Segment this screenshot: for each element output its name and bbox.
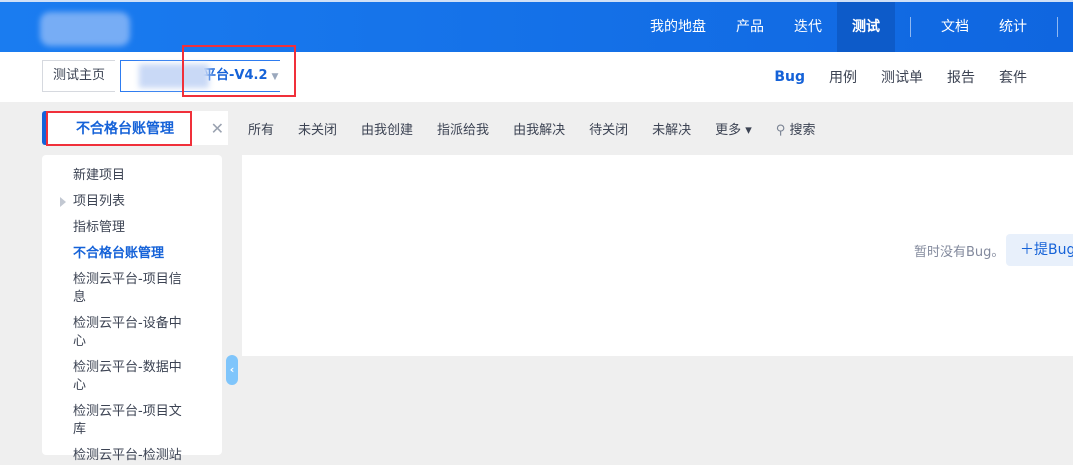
breadcrumb-home[interactable]: 测试主页 bbox=[42, 60, 116, 92]
nav-divider bbox=[1057, 17, 1058, 37]
filter-all[interactable]: 所有 bbox=[248, 119, 274, 138]
module-tree: 新建项目 项目列表 指标管理 不合格台账管理 检测云平台-项目信息 检测云平台-… bbox=[42, 155, 222, 463]
tree-item[interactable]: 项目列表 bbox=[42, 193, 192, 211]
nav-product[interactable]: 产品 bbox=[721, 2, 779, 52]
collapse-sidebar-handle[interactable]: ‹ bbox=[226, 355, 238, 385]
nav-iteration[interactable]: 迭代 bbox=[779, 2, 837, 52]
add-bug-label: 提Bug bbox=[1034, 242, 1073, 258]
tree-item[interactable]: 检测云平台-项目信息 bbox=[42, 271, 192, 307]
tree-item[interactable]: 检测云平台-检测站 bbox=[42, 447, 192, 465]
nav-doc[interactable]: 文档 bbox=[926, 2, 984, 52]
filter-resolved-by-me[interactable]: 由我解决 bbox=[513, 119, 565, 138]
logo bbox=[40, 12, 130, 46]
tree-item[interactable]: 检测云平台-数据中心 bbox=[42, 359, 192, 395]
expand-icon[interactable] bbox=[60, 197, 66, 207]
filter-assigned-to-me[interactable]: 指派给我 bbox=[437, 119, 489, 138]
test-subnav: Bug 用例 测试单 报告 套件 bbox=[774, 52, 1027, 102]
search-button[interactable]: ⚲ 搜索 bbox=[776, 119, 816, 138]
tree-item[interactable]: 指标管理 bbox=[42, 219, 192, 237]
nav-test[interactable]: 测试 bbox=[837, 2, 895, 52]
highlight-box bbox=[182, 45, 296, 97]
tree-item[interactable]: 检测云平台-项目文库 bbox=[42, 403, 192, 439]
filter-more[interactable]: 更多 ▾ bbox=[715, 119, 752, 138]
subnav-suite[interactable]: 套件 bbox=[999, 67, 1027, 87]
tree-item-label: 项目列表 bbox=[73, 194, 126, 209]
subnav-report[interactable]: 报告 bbox=[947, 67, 975, 87]
search-label: 搜索 bbox=[789, 122, 816, 138]
filter-unclosed[interactable]: 未关闭 bbox=[298, 119, 337, 138]
nav-my[interactable]: 我的地盘 bbox=[635, 2, 721, 52]
add-bug-button[interactable]: ＋提Bug bbox=[1006, 234, 1073, 266]
close-icon[interactable]: ✕ bbox=[211, 119, 224, 138]
subnav-bug[interactable]: Bug bbox=[774, 69, 805, 85]
nav-stats[interactable]: 统计 bbox=[984, 2, 1042, 52]
highlight-box bbox=[46, 111, 192, 146]
tree-item-active[interactable]: 不合格台账管理 bbox=[42, 245, 192, 263]
filter-opened-by-me[interactable]: 由我创建 bbox=[361, 119, 413, 138]
empty-message: 暂时没有Bug。 bbox=[914, 245, 1005, 260]
tree-item[interactable]: 新建项目 bbox=[42, 167, 192, 185]
tree-item[interactable]: 检测云平台-设备中心 bbox=[42, 315, 192, 351]
subnav-case[interactable]: 用例 bbox=[829, 67, 857, 87]
filter-unresolved[interactable]: 未解决 bbox=[652, 119, 691, 138]
main-nav: 我的地盘 产品 迭代 测试 文档 统计 bbox=[635, 2, 1073, 52]
nav-divider bbox=[910, 17, 911, 37]
top-navbar: 我的地盘 产品 迭代 测试 文档 统计 bbox=[0, 0, 1073, 52]
search-icon: ⚲ bbox=[775, 122, 790, 138]
subnav-testtask[interactable]: 测试单 bbox=[881, 67, 923, 87]
filter-to-close[interactable]: 待关闭 bbox=[589, 119, 628, 138]
sub-navbar: 测试主页 平台-V4.2 ▼ Bug 用例 测试单 报告 套件 bbox=[0, 45, 1073, 102]
plus-icon: ＋ bbox=[1020, 242, 1034, 258]
